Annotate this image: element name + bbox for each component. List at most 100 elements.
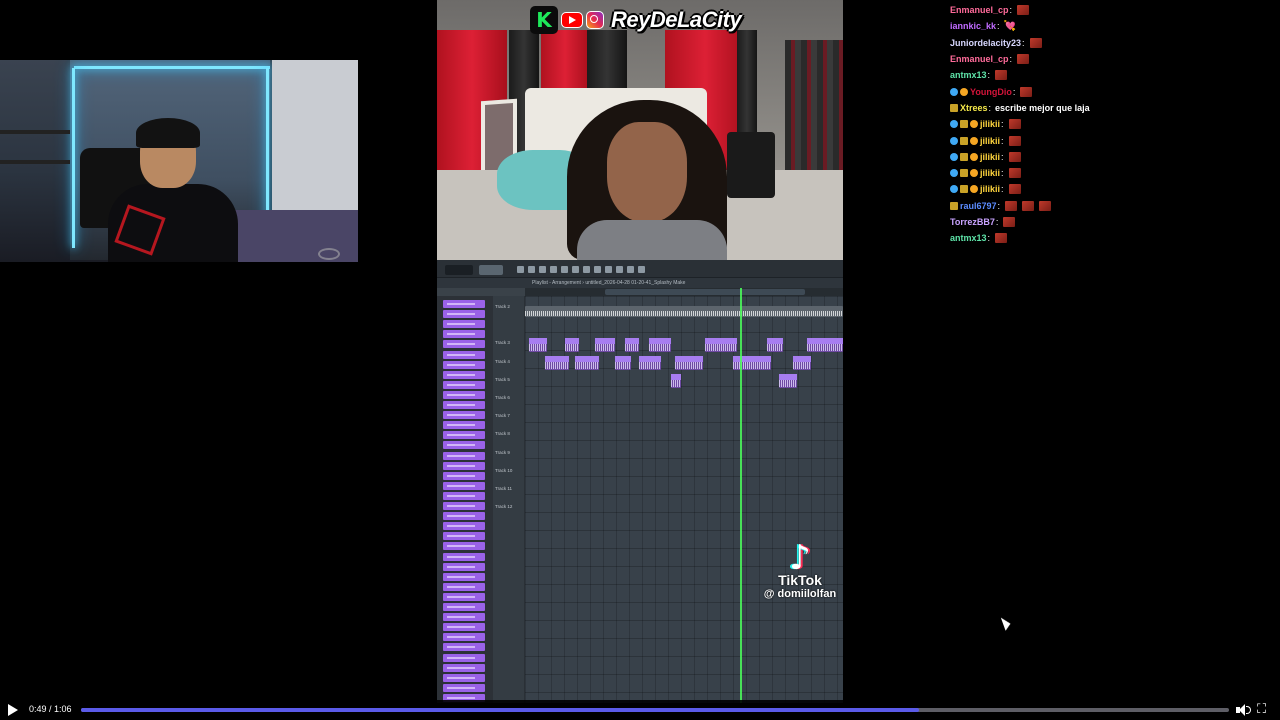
chat-separator: : [1009, 54, 1013, 65]
browser-file-item [443, 613, 485, 622]
track-name: Track 5 [495, 376, 510, 382]
chat-emote-icon [1020, 86, 1033, 97]
chat-separator: : [1022, 37, 1025, 48]
channel-branding: K ReyDeLaCity [530, 5, 742, 35]
chat-username[interactable]: YoungDio [970, 87, 1012, 97]
browser-file-item [443, 603, 485, 611]
audio-clip [575, 356, 599, 370]
browser-file-item [443, 512, 485, 521]
daw-titlebar: Playlist - Arrangement › untitled_2026-0… [437, 278, 843, 288]
chat-overlay: Enmanuel_cp: iannkic_kk: 💘 Juniordelacity23… [950, 2, 1270, 246]
audio-clip [615, 356, 631, 370]
chat-badge-icon [950, 152, 958, 161]
chat-username[interactable]: Enmanuel_cp [950, 5, 1009, 15]
chat-username[interactable]: iannkic_kk [950, 21, 996, 31]
chat-username[interactable]: antmx13 [950, 233, 987, 243]
chat-badge-icon [950, 87, 958, 96]
chat-message: antmx13: [950, 230, 1270, 246]
chat-badge-icon [950, 120, 958, 129]
audio-clip [639, 356, 661, 370]
chat-badge-icon [950, 136, 958, 145]
chat-badge-icon [970, 120, 978, 129]
volume-icon[interactable] [1236, 703, 1251, 717]
led-strip [72, 68, 75, 248]
time-display: 0:49 / 1:06 [29, 704, 72, 714]
chat-username[interactable]: raul6797 [960, 201, 997, 211]
progress-bar[interactable] [81, 708, 1229, 712]
chat-message: Juniordelacity23: [950, 35, 1270, 51]
track-name: Track 10 [495, 467, 513, 473]
chat-separator: : [1001, 168, 1004, 179]
fullscreen-icon[interactable]: ⛶ [1257, 703, 1271, 717]
chat-separator: : [1001, 184, 1004, 195]
browser-file-item [443, 542, 485, 551]
browser-file-item [443, 461, 485, 470]
chat-message: jilikii: [950, 181, 1270, 197]
browser-file-item [443, 411, 485, 420]
chat-username[interactable]: jilikii [980, 168, 1000, 178]
track-name: Track 4 [495, 358, 510, 364]
track-name: Track 6 [495, 395, 510, 400]
browser-file-item [443, 481, 485, 490]
chat-emote-icon [1029, 37, 1042, 48]
progress-fill [81, 708, 920, 712]
browser-file-item [443, 653, 485, 662]
chat-separator: : [1001, 135, 1004, 146]
chat-separator: : [1009, 5, 1013, 16]
chat-badge-icon [960, 120, 968, 129]
track-name: Track 2 [495, 304, 510, 309]
daw-tool-icon [550, 266, 557, 273]
chat-badge-icon [970, 136, 978, 145]
chat-username[interactable]: antmx13 [950, 70, 987, 80]
chat-emote-icon [995, 70, 1008, 81]
chat-emote-icon [1008, 135, 1021, 146]
browser-file-item [443, 421, 485, 430]
daw-window-title: Playlist - Arrangement › untitled_2026-0… [532, 280, 686, 286]
video-player[interactable]: K ReyDeLaCity Playlist - Arrangement › u… [0, 0, 1280, 720]
chat-emote-icon [1017, 5, 1030, 16]
chat-username[interactable]: jilikii [980, 136, 1000, 146]
kick-icon: K [530, 6, 558, 34]
browser-file-item [443, 310, 485, 319]
mouse-cursor-icon [1000, 615, 1013, 631]
chat-username[interactable]: jilikii [980, 184, 1000, 194]
browser-file-item [443, 380, 485, 389]
browser-file-item [443, 360, 485, 369]
chat-username[interactable]: jilikii [980, 119, 1000, 129]
play-icon[interactable] [6, 703, 20, 717]
browser-file-item [443, 683, 485, 692]
chat-username[interactable]: Enmanuel_cp [950, 54, 1009, 64]
browser-file-item [443, 320, 485, 329]
audio-clip [733, 356, 771, 370]
browser-file-item [443, 340, 485, 349]
chat-emote-icon [1022, 200, 1035, 211]
browser-file-item [443, 522, 485, 531]
audio-clip [625, 338, 639, 352]
daw-playhead [740, 288, 742, 703]
chat-message: YoungDio: [950, 83, 1270, 99]
chat-emote-icon [1039, 200, 1052, 211]
wall-shelf [0, 130, 70, 134]
chat-username[interactable]: Xtrees [960, 103, 988, 113]
daw-scrollbar [605, 289, 805, 295]
daw-playlist: Playlist - Arrangement › untitled_2026-0… [437, 260, 843, 703]
audio-clip [529, 338, 547, 352]
chat-username[interactable]: Juniordelacity23 [950, 38, 1021, 48]
chat-username[interactable]: TorrezBB7 [950, 217, 995, 227]
chat-separator: : [997, 200, 1001, 211]
audio-clip [675, 356, 703, 370]
daw-toolbar [437, 260, 843, 278]
chat-badge-icon [960, 185, 968, 194]
chat-emote-icon [1008, 184, 1021, 195]
track-name: Track 12 [495, 504, 513, 510]
chat-username[interactable]: jilikii [980, 152, 1000, 162]
tiktok-username: @ domiilolfan [763, 588, 837, 600]
browser-file-item [443, 330, 485, 339]
browser-file-item [443, 300, 485, 308]
chat-emote-icon [1008, 119, 1021, 130]
instagram-icon [586, 11, 604, 29]
browser-file-item [443, 592, 485, 601]
audio-clip [565, 338, 579, 352]
creator-shirt [577, 220, 727, 260]
chat-separator: : [1001, 151, 1004, 162]
